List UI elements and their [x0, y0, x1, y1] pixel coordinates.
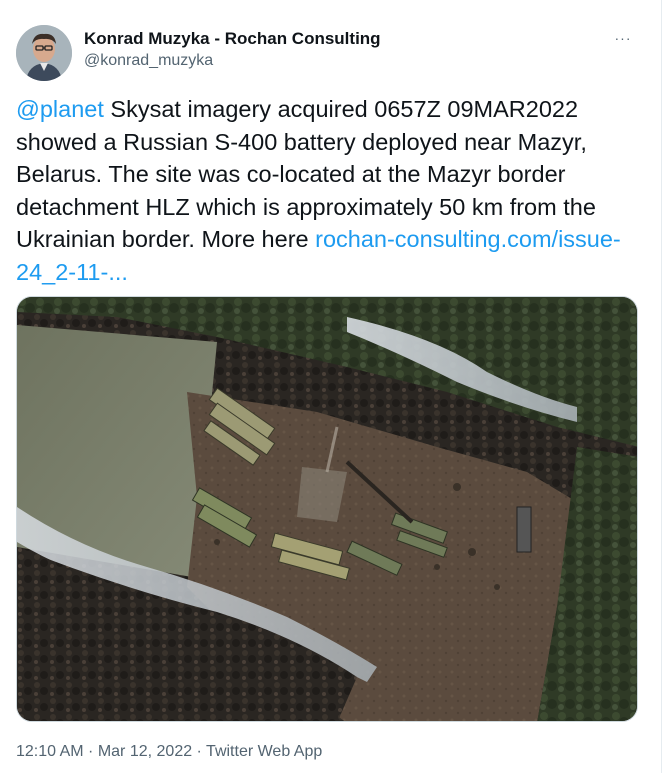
author-display-name[interactable]: Konrad Muzyka - Rochan Consulting — [84, 28, 381, 50]
tweet-header: Konrad Muzyka - Rochan Consulting @konra… — [16, 24, 645, 82]
tweet-card: Konrad Muzyka - Rochan Consulting @konra… — [0, 0, 662, 773]
author-names: Konrad Muzyka - Rochan Consulting @konra… — [84, 28, 381, 72]
tweet-time[interactable]: 12:10 AM — [16, 743, 84, 760]
tweet-date[interactable]: Mar 12, 2022 — [98, 743, 192, 760]
tweet-source[interactable]: Twitter Web App — [206, 743, 322, 760]
author-handle[interactable]: @konrad_muzyka — [84, 50, 381, 72]
avatar[interactable] — [16, 25, 72, 81]
more-options-icon[interactable]: ··· — [607, 24, 639, 52]
tweet-meta: 12:10 AM · Mar 12, 2022 · Twitter Web Ap… — [16, 741, 322, 763]
meta-separator-2: · — [192, 743, 207, 760]
tweet-text: @planet Skysat imagery acquired 0657Z 09… — [16, 93, 646, 288]
meta-separator-1: · — [83, 743, 98, 760]
satellite-image — [17, 297, 637, 721]
mention-link[interactable]: @planet — [16, 96, 104, 122]
tweet-media-image[interactable] — [16, 296, 638, 722]
